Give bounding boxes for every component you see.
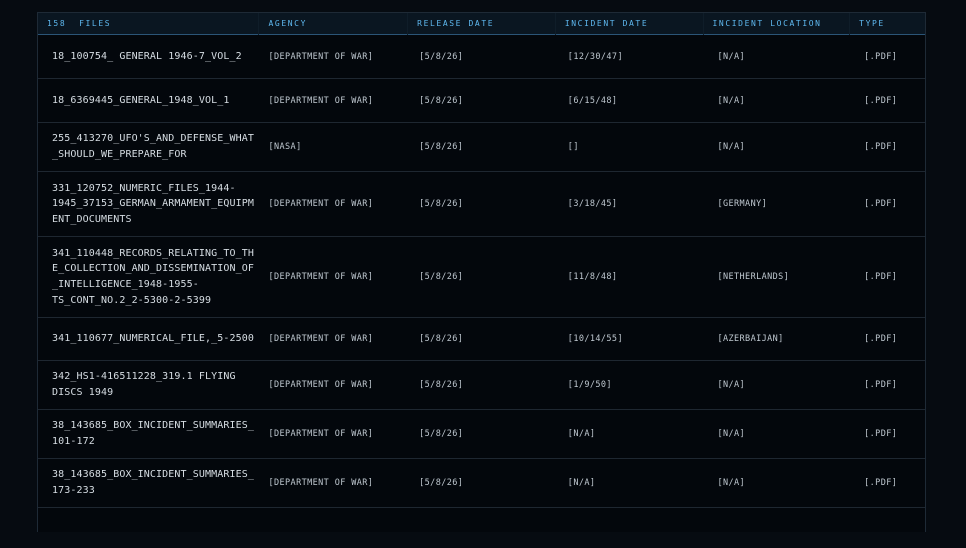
table-row[interactable]: 18_6369445_GENERAL_1948_VOL_1 [DEPARTMEN… bbox=[38, 79, 925, 123]
header-release-date[interactable]: RELEASE DATE bbox=[408, 12, 556, 35]
type-cell: [.PDF] bbox=[864, 272, 898, 282]
file-name[interactable]: 331_120752_NUMERIC_FILES_1944- 1945_3715… bbox=[38, 181, 259, 228]
file-name[interactable]: 342_HS1-416511228_319.1 FLYING DISCS 194… bbox=[38, 369, 259, 400]
table-row[interactable]: 331_120752_NUMERIC_FILES_1944- 1945_3715… bbox=[38, 172, 925, 237]
release-date-cell: [5/8/26] bbox=[419, 380, 464, 390]
agency-cell: [DEPARTMENT OF WAR] bbox=[268, 478, 374, 488]
type-cell: [.PDF] bbox=[864, 478, 898, 488]
type-cell: [.PDF] bbox=[864, 429, 898, 439]
incident-location-cell: [N/A] bbox=[717, 380, 746, 390]
table-row[interactable]: 255_413270_UFO'S_AND_DEFENSE_WHAT _SHOUL… bbox=[38, 123, 925, 172]
release-date-cell: [5/8/26] bbox=[419, 478, 464, 488]
table-row[interactable]: 341_110448_RECORDS_RELATING_TO_TH E_COLL… bbox=[38, 237, 925, 318]
incident-date-cell: [N/A] bbox=[567, 478, 596, 488]
file-name[interactable]: 38_143685_BOX_INCIDENT_SUMMARIES_ 173-23… bbox=[38, 467, 259, 498]
type-cell: [.PDF] bbox=[864, 142, 898, 152]
incident-location-cell: [GERMANY] bbox=[717, 199, 768, 209]
header-incident-location[interactable]: INCIDENT LOCATION bbox=[704, 12, 851, 35]
agency-cell: [DEPARTMENT OF WAR] bbox=[268, 334, 374, 344]
agency-cell: [NASA] bbox=[268, 142, 302, 152]
incident-date-cell: [6/15/48] bbox=[567, 95, 618, 106]
incident-date-cell: [12/30/47] bbox=[567, 51, 623, 62]
files-table: 158 FILES AGENCY RELEASE DATE INCIDENT D… bbox=[37, 12, 926, 532]
incident-date-cell: [1/9/50] bbox=[567, 380, 612, 390]
header-type[interactable]: TYPE bbox=[850, 13, 925, 35]
release-date-cell: [5/8/26] bbox=[419, 95, 464, 106]
incident-location-cell: [N/A] bbox=[717, 478, 746, 488]
incident-date-cell: [] bbox=[567, 142, 579, 152]
incident-date-cell: [N/A] bbox=[567, 429, 596, 439]
agency-cell: [DEPARTMENT OF WAR] bbox=[268, 95, 374, 106]
type-cell: [.PDF] bbox=[864, 51, 898, 62]
file-name[interactable]: 255_413270_UFO'S_AND_DEFENSE_WHAT _SHOUL… bbox=[38, 131, 259, 162]
release-date-cell: [5/8/26] bbox=[419, 429, 464, 439]
type-cell: [.PDF] bbox=[864, 199, 898, 209]
table-row[interactable]: 38_143685_BOX_INCIDENT_SUMMARIES_ 101-17… bbox=[38, 410, 925, 459]
file-count: 158 bbox=[47, 18, 67, 28]
file-name[interactable]: 18_100754_ GENERAL 1946-7_VOL_2 bbox=[38, 49, 259, 65]
incident-date-cell: [11/8/48] bbox=[567, 272, 618, 282]
table-header: 158 FILES AGENCY RELEASE DATE INCIDENT D… bbox=[38, 12, 925, 35]
release-date-cell: [5/8/26] bbox=[419, 142, 464, 152]
type-cell: [.PDF] bbox=[864, 380, 898, 390]
incident-location-cell: [N/A] bbox=[717, 95, 746, 106]
release-date-cell: [5/8/26] bbox=[419, 334, 464, 344]
table-row[interactable]: 18_100754_ GENERAL 1946-7_VOL_2 [DEPARTM… bbox=[38, 35, 925, 79]
incident-location-cell: [NETHERLANDS] bbox=[717, 272, 790, 282]
agency-cell: [DEPARTMENT OF WAR] bbox=[268, 429, 374, 439]
table-row[interactable]: 38_143685_BOX_INCIDENT_SUMMARIES_ 173-23… bbox=[38, 459, 925, 508]
file-name[interactable]: 18_6369445_GENERAL_1948_VOL_1 bbox=[38, 93, 259, 109]
type-cell: [.PDF] bbox=[864, 95, 898, 106]
incident-location-cell: [N/A] bbox=[717, 429, 746, 439]
header-files-label: FILES bbox=[79, 18, 112, 28]
agency-cell: [DEPARTMENT OF WAR] bbox=[268, 199, 374, 209]
incident-date-cell: [10/14/55] bbox=[567, 334, 623, 344]
agency-cell: [DEPARTMENT OF WAR] bbox=[268, 272, 374, 282]
table-row[interactable]: 341_110677_NUMERICAL_FILE,_5-2500 [DEPAR… bbox=[38, 318, 925, 361]
file-name[interactable]: 38_143685_BOX_INCIDENT_SUMMARIES_ 101-17… bbox=[38, 418, 259, 449]
incident-location-cell: [AZERBAIJAN] bbox=[717, 334, 784, 344]
incident-location-cell: [N/A] bbox=[717, 51, 746, 62]
table-row[interactable] bbox=[38, 508, 925, 548]
agency-cell: [DEPARTMENT OF WAR] bbox=[268, 51, 374, 62]
header-files[interactable]: 158 FILES bbox=[38, 12, 260, 35]
file-name[interactable]: 341_110677_NUMERICAL_FILE,_5-2500 bbox=[38, 331, 259, 347]
type-cell: [.PDF] bbox=[864, 334, 898, 344]
agency-cell: [DEPARTMENT OF WAR] bbox=[268, 380, 374, 390]
incident-location-cell: [N/A] bbox=[717, 142, 746, 152]
release-date-cell: [5/8/26] bbox=[419, 199, 464, 209]
release-date-cell: [5/8/26] bbox=[419, 272, 464, 282]
incident-date-cell: [3/18/45] bbox=[567, 199, 618, 209]
header-agency[interactable]: AGENCY bbox=[259, 12, 409, 35]
release-date-cell: [5/8/26] bbox=[419, 51, 464, 62]
table-row[interactable]: 342_HS1-416511228_319.1 FLYING DISCS 194… bbox=[38, 361, 925, 410]
file-name[interactable]: 341_110448_RECORDS_RELATING_TO_TH E_COLL… bbox=[38, 246, 259, 308]
header-incident-date[interactable]: INCIDENT DATE bbox=[556, 12, 704, 35]
